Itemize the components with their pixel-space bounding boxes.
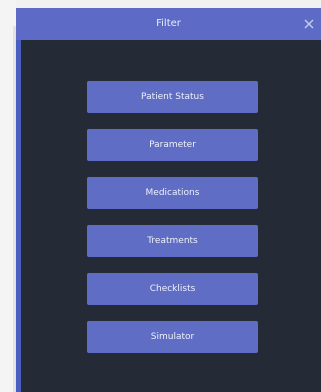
simulator-button[interactable]: Simulator: [87, 321, 258, 353]
dialog-header: Filter: [16, 8, 321, 40]
dialog-title: Filter: [156, 18, 181, 29]
dialog-left-edge: [16, 40, 21, 392]
checklists-button[interactable]: Checklists: [87, 273, 258, 305]
treatments-button[interactable]: Treatments: [87, 225, 258, 257]
patient-status-button[interactable]: Patient Status: [87, 81, 258, 113]
filter-dialog: Filter Patient Status Parameter Medicati…: [16, 8, 321, 392]
parameter-button[interactable]: Parameter: [87, 129, 258, 161]
medications-button[interactable]: Medications: [87, 177, 258, 209]
background-strip: [0, 0, 16, 392]
close-button[interactable]: [301, 16, 317, 32]
close-icon: [304, 19, 314, 29]
